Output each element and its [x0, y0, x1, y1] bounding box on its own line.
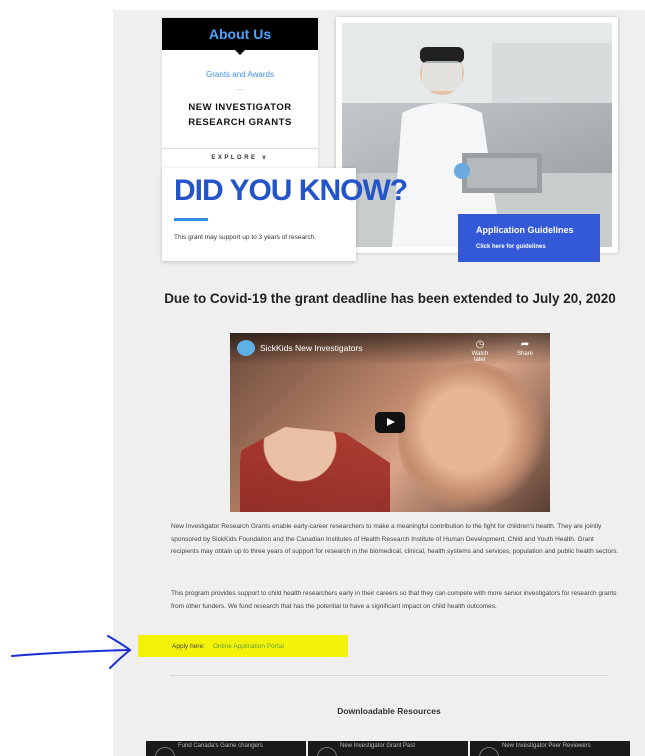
grants-and-awards-link[interactable]: Grants and Awards — [162, 70, 318, 79]
play-button-icon[interactable] — [375, 412, 405, 433]
description-paragraph-1: New Investigator Research Grants enable … — [171, 523, 619, 555]
download-circle-icon — [479, 747, 499, 756]
downloadable-resources-heading: Downloadable Resources — [337, 706, 441, 716]
resource-card[interactable]: New Investigator Grant Past — [308, 741, 468, 756]
video-thumbnail-man — [398, 363, 548, 512]
online-application-portal-link[interactable]: Online Application Portal — [213, 643, 284, 650]
resource-title: New Investigator Grant Past — [340, 743, 416, 749]
video-title[interactable]: SickKids New Investigators — [260, 343, 363, 353]
section-divider — [170, 675, 608, 676]
chevron-down-icon: ∨ — [261, 155, 269, 161]
annotation-arrow-icon — [11, 635, 132, 669]
deadline-headline: Due to Covid-19 the grant deadline has b… — [164, 291, 616, 306]
apply-highlight: Apply here: Online Application Portal — [138, 635, 348, 657]
clock-icon: ◷ — [475, 339, 485, 350]
nav-separator: — — [236, 85, 244, 94]
resource-title: New Investigator Peer Reviewers — [502, 743, 591, 749]
video-thumbnail-child — [240, 427, 390, 512]
guidelines-subtitle: Click here for guidelines — [476, 244, 546, 250]
resource-card[interactable]: Fund Canada's Game changers — [146, 741, 306, 756]
resource-title: Fund Canada's Game changers — [178, 743, 263, 749]
about-us-header[interactable]: About Us — [162, 18, 318, 55]
share-button[interactable]: ➦ Share — [510, 339, 540, 357]
explore-toggle[interactable]: EXPLORE ∨ — [162, 154, 318, 161]
page-title: NEW INVESTIGATOR RESEARCH GRANTS — [162, 100, 318, 130]
page-title-line1: NEW INVESTIGATOR — [188, 102, 292, 113]
page-title-line2: RESEARCH GRANTS — [188, 117, 292, 128]
watch-later-button[interactable]: ◷ Watch later — [465, 339, 495, 363]
channel-logo-icon[interactable] — [237, 340, 255, 356]
download-circle-icon — [317, 747, 337, 756]
did-you-know-card: DID YOU KNOW? This grant may support up … — [162, 168, 408, 261]
download-circle-icon — [155, 747, 175, 756]
did-you-know-text: This grant may support up to 3 years of … — [174, 234, 316, 241]
video-player[interactable]: SickKids New Investigators ◷ Watch later… — [230, 333, 550, 512]
explore-label: EXPLORE — [211, 155, 258, 161]
apply-label: Apply here: — [172, 643, 205, 650]
resource-card[interactable]: New Investigator Peer Reviewers — [470, 741, 630, 756]
did-you-know-title: DID YOU KNOW? — [174, 174, 408, 207]
share-arrow-icon: ➦ — [520, 339, 530, 350]
title-underline — [174, 218, 208, 221]
nav-divider — [162, 148, 318, 149]
section-nav-card: About Us Grants and Awards — NEW INVESTI… — [162, 18, 318, 172]
share-label: Share — [516, 351, 533, 357]
description-paragraph-2: This program provides support to child h… — [171, 590, 617, 610]
guidelines-title: Application Guidelines — [476, 225, 574, 235]
watch-later-label: Watch later — [471, 351, 489, 363]
application-guidelines-button[interactable]: Application Guidelines Click here for gu… — [458, 214, 600, 262]
